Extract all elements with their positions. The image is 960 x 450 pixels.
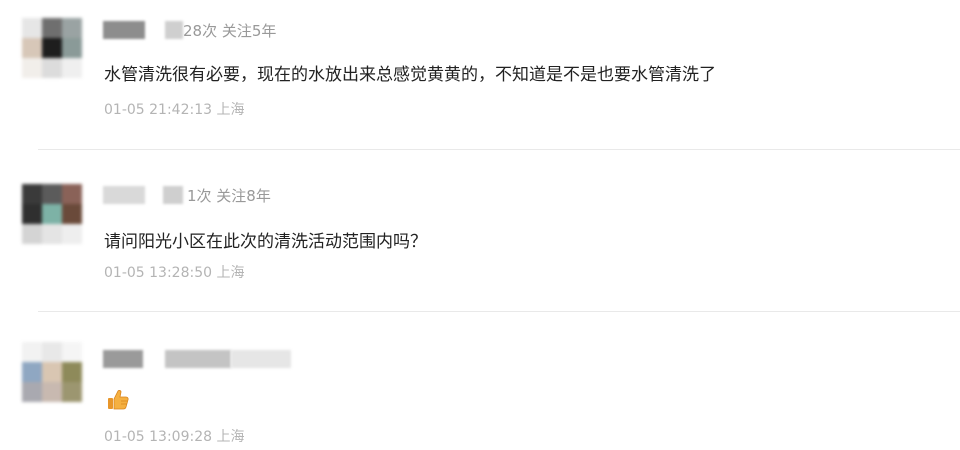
comment-author-row: 1次 关注8年 bbox=[103, 184, 271, 206]
comment-timestamp: 01-05 21:42:13 上海 bbox=[104, 102, 245, 118]
username-redacted-part bbox=[165, 350, 231, 368]
comment-timestamp: 01-05 13:09:28 上海 bbox=[104, 429, 245, 445]
avatar[interactable] bbox=[22, 342, 82, 402]
username-redacted[interactable] bbox=[103, 21, 145, 39]
comment-list: 28次 关注5年 水管清洗很有必要，现在的水放出来总感觉黄黄的，不知道是不是也要… bbox=[0, 0, 960, 450]
username-redacted-part bbox=[165, 21, 183, 39]
username-redacted-part bbox=[231, 350, 291, 368]
comment-meta: 1次 关注8年 bbox=[187, 186, 271, 205]
comment-item: 01-05 13:09:28 上海 bbox=[0, 312, 960, 450]
comment-item: 28次 关注5年 水管清洗很有必要，现在的水放出来总感觉黄黄的，不知道是不是也要… bbox=[0, 0, 960, 150]
username-redacted[interactable] bbox=[103, 350, 143, 368]
comment-text: 请问阳光小区在此次的清洗活动范围内吗？ bbox=[104, 232, 427, 252]
comment-meta: 28次 关注5年 bbox=[183, 21, 277, 40]
comment-author-row bbox=[103, 348, 291, 370]
comment-item: 1次 关注8年 请问阳光小区在此次的清洗活动范围内吗？ 01-05 13:28:… bbox=[0, 150, 960, 312]
comment-timestamp: 01-05 13:28:50 上海 bbox=[104, 265, 245, 281]
username-redacted[interactable] bbox=[103, 186, 145, 204]
avatar[interactable] bbox=[22, 184, 82, 244]
username-redacted-part bbox=[163, 186, 183, 204]
thumbs-up-icon bbox=[106, 388, 130, 412]
comment-author-row: 28次 关注5年 bbox=[103, 19, 276, 41]
comment-text: 水管清洗很有必要，现在的水放出来总感觉黄黄的，不知道是不是也要水管清洗了 bbox=[104, 65, 716, 85]
avatar[interactable] bbox=[22, 18, 82, 78]
